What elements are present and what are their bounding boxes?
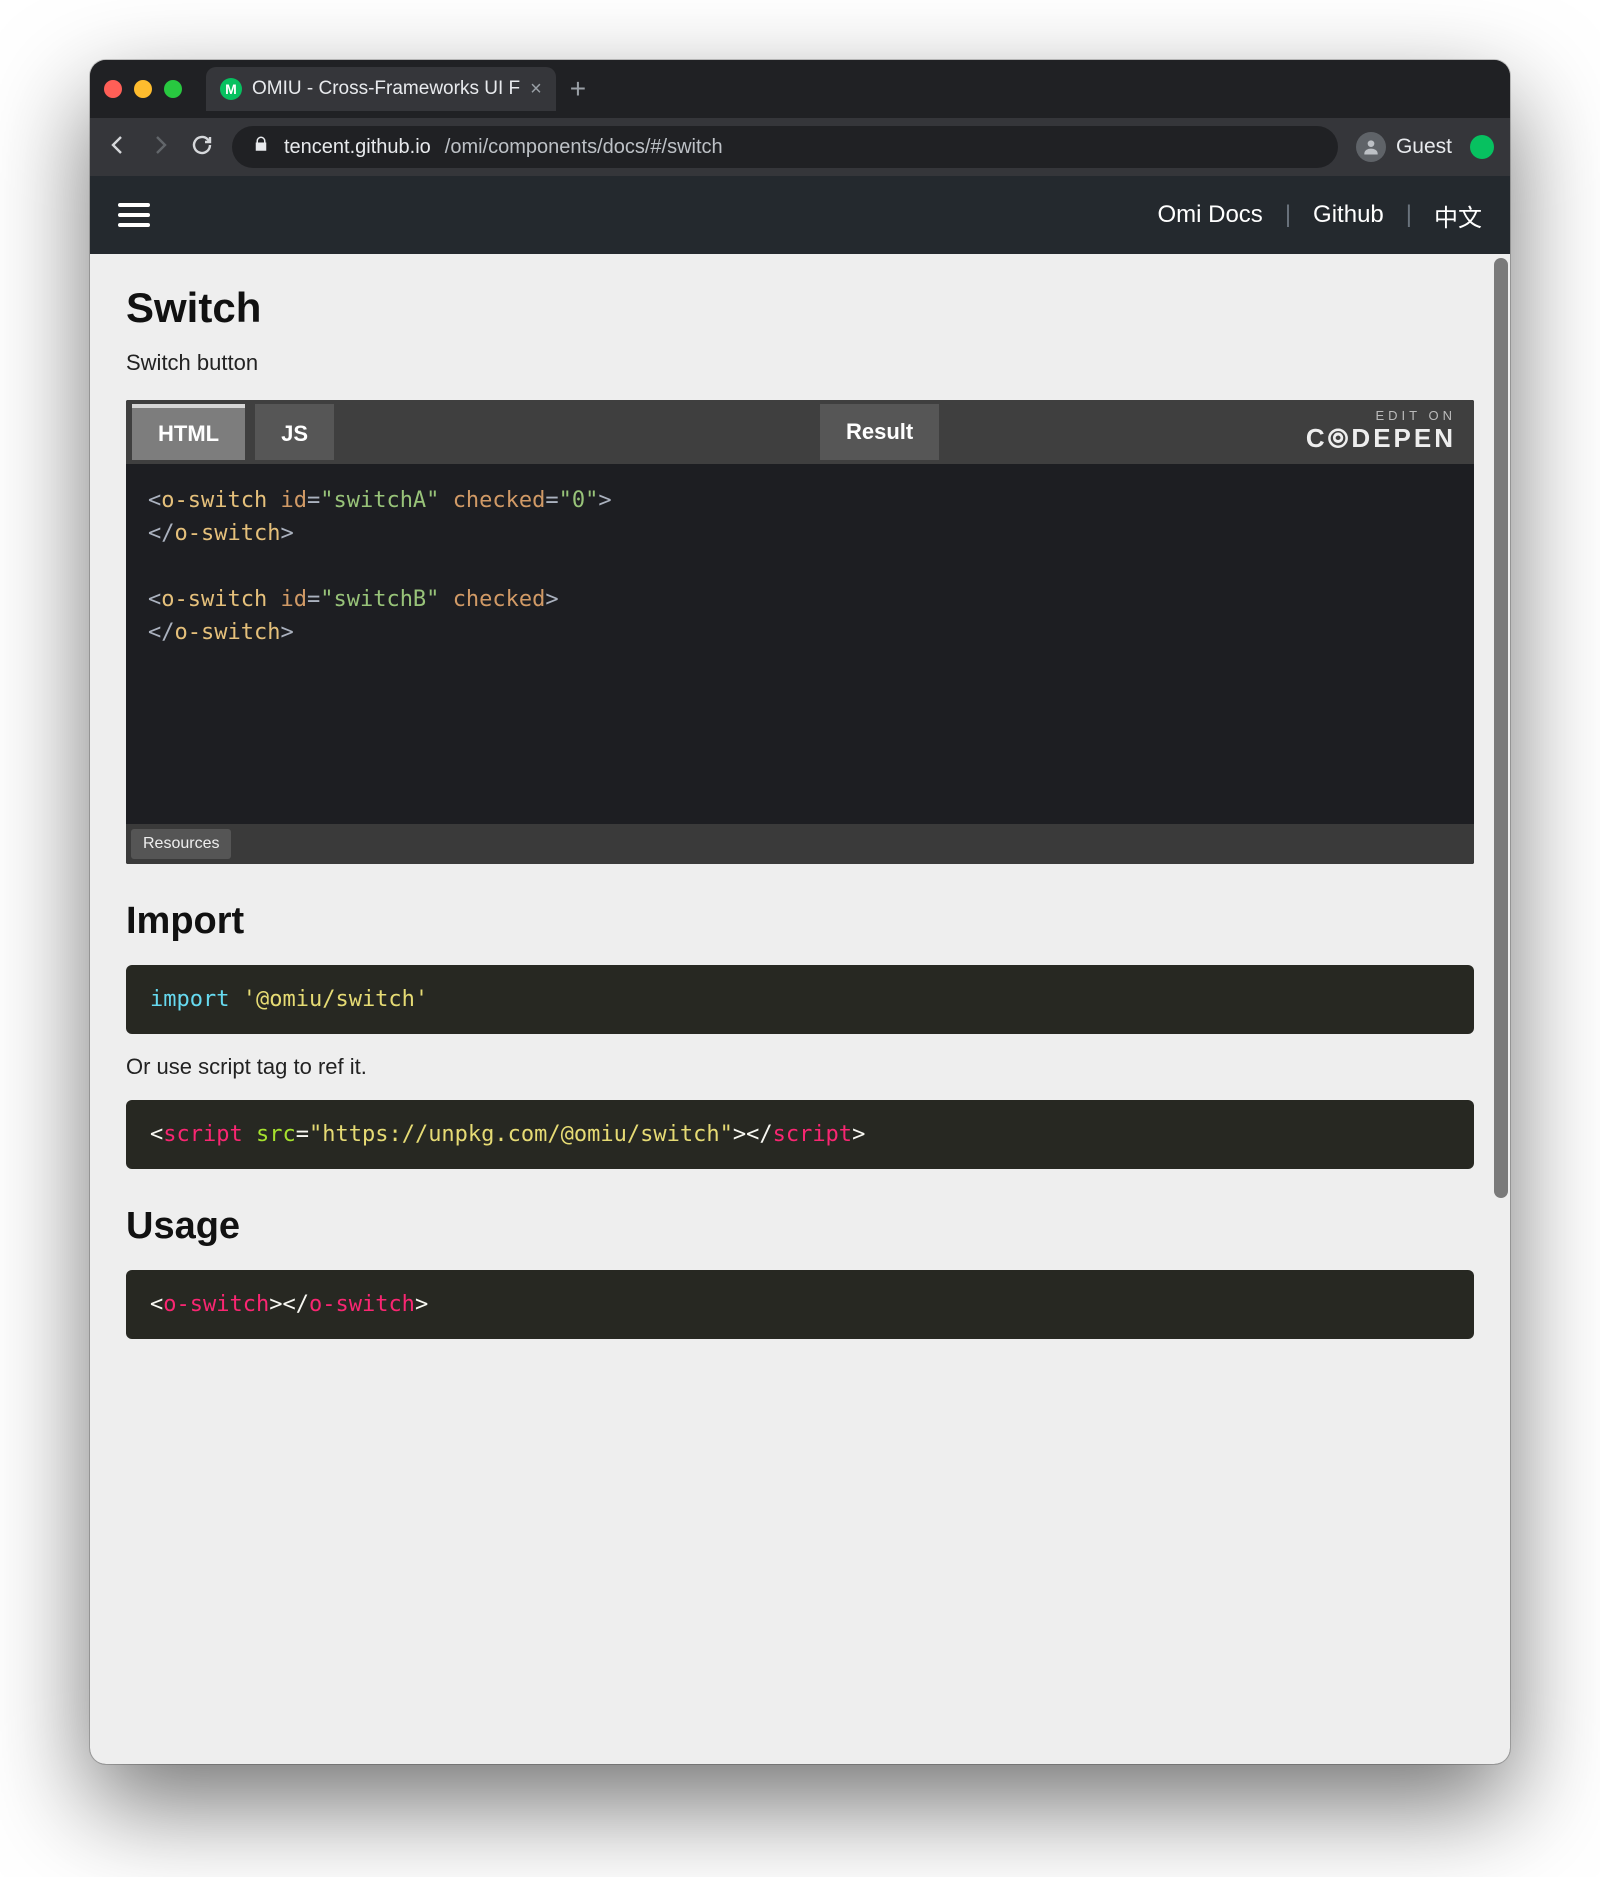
scrollbar-thumb[interactable] [1494, 258, 1508, 1198]
window-controls [104, 80, 182, 98]
nav-link-omi-docs[interactable]: Omi Docs [1157, 201, 1262, 229]
section-import-heading: Import [126, 900, 1474, 943]
url-host: tencent.github.io [284, 136, 431, 159]
code-usage[interactable]: <o-switch></o-switch> [126, 1270, 1474, 1339]
code-import[interactable]: import '@omiu/switch' [126, 965, 1474, 1034]
browser-window: M OMIU - Cross-Frameworks UI F × + tence… [90, 60, 1510, 1764]
codepen-code[interactable]: <o-switch id="switchA" checked="0"> </o-… [126, 464, 1474, 824]
profile-label: Guest [1396, 135, 1452, 159]
nav-divider: | [1406, 201, 1412, 229]
page-title: Switch [126, 284, 1474, 332]
close-window-button[interactable] [104, 80, 122, 98]
nav-link-github[interactable]: Github [1313, 201, 1384, 229]
page-content: Switch Switch button HTML JS Result EDIT… [90, 254, 1510, 1764]
site-header: Omi Docs | Github | 中文 [90, 176, 1510, 254]
codepen-toolbar: HTML JS Result EDIT ON C⦾DEPEN [126, 400, 1474, 464]
codepen-brand[interactable]: EDIT ON C⦾DEPEN [1306, 408, 1456, 455]
tab-title: OMIU - Cross-Frameworks UI F [252, 78, 520, 100]
avatar-icon [1356, 132, 1386, 162]
site-nav-links: Omi Docs | Github | 中文 [1157, 198, 1482, 233]
tab-close-icon[interactable]: × [530, 78, 542, 101]
profile-chip[interactable]: Guest [1356, 132, 1452, 162]
menu-icon[interactable] [118, 203, 150, 227]
codepen-tab-js[interactable]: JS [255, 404, 334, 460]
import-note: Or use script tag to ref it. [126, 1054, 1474, 1080]
nav-back-icon[interactable] [106, 133, 130, 162]
minimize-window-button[interactable] [134, 80, 152, 98]
nav-link-chinese[interactable]: 中文 [1434, 198, 1482, 233]
codepen-edit-on-label: EDIT ON [1306, 408, 1456, 423]
browser-tab-active[interactable]: M OMIU - Cross-Frameworks UI F × [206, 67, 556, 111]
nav-reload-icon[interactable] [190, 133, 214, 162]
codepen-resources-button[interactable]: Resources [131, 829, 231, 859]
section-usage-heading: Usage [126, 1205, 1474, 1248]
extension-icon[interactable] [1470, 135, 1494, 159]
code-script-tag[interactable]: <script src="https://unpkg.com/@omiu/swi… [126, 1100, 1474, 1169]
codepen-footer: Resources [126, 824, 1474, 864]
tab-favicon-icon: M [220, 78, 242, 100]
nav-divider: | [1285, 201, 1291, 229]
address-bar[interactable]: tencent.github.io/omi/components/docs/#/… [232, 126, 1338, 168]
new-tab-button[interactable]: + [570, 73, 586, 105]
codepen-tab-result[interactable]: Result [820, 404, 939, 460]
page-subtitle: Switch button [126, 350, 1474, 376]
codepen-embed: HTML JS Result EDIT ON C⦾DEPEN <o-switch… [126, 400, 1474, 864]
lock-icon [252, 135, 270, 159]
codepen-tab-html[interactable]: HTML [132, 404, 245, 460]
browser-toolbar: tencent.github.io/omi/components/docs/#/… [90, 118, 1510, 176]
codepen-logo: C⦾DEPEN [1306, 423, 1456, 455]
maximize-window-button[interactable] [164, 80, 182, 98]
tab-bar: M OMIU - Cross-Frameworks UI F × + [90, 60, 1510, 118]
nav-forward-icon[interactable] [148, 133, 172, 162]
url-path: /omi/components/docs/#/switch [445, 136, 723, 159]
